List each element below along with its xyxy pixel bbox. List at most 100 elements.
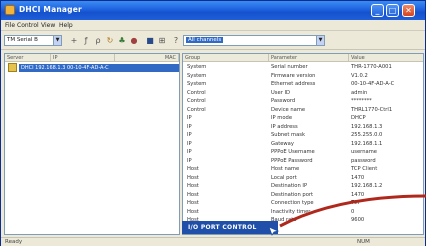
annotation-arc xyxy=(279,194,426,228)
filter-icon[interactable]: ƒ xyxy=(81,36,91,46)
list-header-value[interactable]: Value xyxy=(349,54,423,62)
row-group: System xyxy=(187,64,207,70)
refresh-icon[interactable]: ↻ xyxy=(105,36,115,46)
list-row[interactable]: IP Subnet mask 255.255.0.0 xyxy=(183,132,423,140)
row-value: 192.168.1.2 xyxy=(351,183,383,189)
list-row[interactable]: IP IP address 192.168.1.3 xyxy=(183,124,423,132)
channel-combo-value: All channels xyxy=(186,37,224,43)
list-row[interactable]: System Serial number THR-1770-A001 xyxy=(183,64,423,72)
list-row[interactable]: Control Device name THRL1770-Ctrl1 xyxy=(183,107,423,115)
list-row[interactable]: IP Gateway 192.168.1.1 xyxy=(183,141,423,149)
row-group: Host xyxy=(187,191,199,198)
row-group: Host xyxy=(187,183,199,189)
app-icon xyxy=(5,5,15,15)
row-group: IP xyxy=(187,132,192,138)
save-icon[interactable]: ■ xyxy=(145,36,155,46)
device-tree[interactable]: Server IP MAC DHCI 192.168.1.3 00-10-4F-… xyxy=(4,53,180,235)
list-row[interactable]: Control Password ******** xyxy=(183,98,423,106)
add-icon[interactable]: + xyxy=(69,36,79,46)
help-icon[interactable]: ? xyxy=(171,36,181,46)
row-parameter: Password xyxy=(271,98,296,104)
row-parameter: Destination IP xyxy=(271,183,308,189)
row-parameter: Serial number xyxy=(271,64,308,70)
list-row[interactable]: IP PPPoE Password password xyxy=(183,158,423,166)
title-bar[interactable]: DHCI Manager _ □ ✕ xyxy=(1,1,425,20)
tree-item-selected[interactable]: DHCI 192.168.1.3 00-10-4F-AD-A-C xyxy=(19,64,179,72)
menu-help[interactable]: Help xyxy=(59,22,73,29)
menu-bar: File Control View Help xyxy=(1,20,425,31)
row-value: ******** xyxy=(351,98,372,104)
row-value: THR-1770-A001 xyxy=(351,64,392,70)
device-icon xyxy=(8,63,17,72)
channel-combo[interactable]: All channels ▼ xyxy=(183,35,325,46)
row-parameter: User ID xyxy=(271,89,290,96)
row-group: Host xyxy=(187,166,199,172)
row-group: Host xyxy=(187,200,199,206)
list-row[interactable]: System Ethernet address 00-10-4F-AD-A-C xyxy=(183,81,423,89)
config-icon[interactable]: ρ xyxy=(93,36,103,46)
row-group: Host xyxy=(187,174,199,181)
row-group: Control xyxy=(187,106,206,113)
print-icon[interactable]: ⊞ xyxy=(157,36,167,46)
chevron-down-icon[interactable]: ▼ xyxy=(316,36,324,45)
menu-file[interactable]: File xyxy=(5,22,15,29)
row-parameter: IP address xyxy=(271,123,298,130)
serial-combo-value: TM Serial B xyxy=(7,37,38,43)
serial-combo[interactable]: TM Serial B ▼ xyxy=(4,35,62,46)
list-row[interactable]: IP PPPoE Username username xyxy=(183,149,423,157)
list-row[interactable]: Host Local port 1470 xyxy=(183,175,423,183)
row-parameter: Subnet mask xyxy=(271,132,305,138)
row-group: IP xyxy=(187,157,192,164)
close-button[interactable]: ✕ xyxy=(402,4,415,17)
row-group: IP xyxy=(187,149,192,155)
list-row[interactable]: Host Host name TCP Client xyxy=(183,166,423,174)
row-group: Control xyxy=(187,98,206,104)
list-row[interactable]: IP IP mode DHCP xyxy=(183,115,423,123)
menu-control[interactable]: Control xyxy=(17,22,39,29)
row-parameter: Host name xyxy=(271,166,300,172)
io-port-control-button[interactable]: I/O PORT CONTROL xyxy=(182,221,278,234)
row-group: Control xyxy=(187,89,206,96)
row-parameter: Firmware version xyxy=(271,72,316,79)
row-group: Host xyxy=(187,208,199,215)
row-value: THRL1770-Ctrl1 xyxy=(351,106,393,113)
tree-header-server[interactable]: Server xyxy=(5,54,51,62)
row-parameter: PPPoE Username xyxy=(271,149,315,155)
menu-view[interactable]: View xyxy=(41,22,55,29)
row-value: 1470 xyxy=(351,174,365,181)
tree-header-ip[interactable]: IP xyxy=(51,54,115,62)
list-row[interactable]: System Firmware version V1.0.2 xyxy=(183,73,423,81)
maximize-button[interactable]: □ xyxy=(386,4,399,17)
list-row[interactable]: Control User ID admin xyxy=(183,90,423,98)
list-header-group[interactable]: Group xyxy=(183,54,269,62)
row-parameter: Gateway xyxy=(271,140,294,147)
row-value: 192.168.1.1 xyxy=(351,140,383,147)
tree-header-mac[interactable]: MAC xyxy=(115,54,179,62)
row-parameter: Device name xyxy=(271,106,306,113)
row-value: 192.168.1.3 xyxy=(351,123,383,130)
row-group: IP xyxy=(187,140,192,147)
minimize-button[interactable]: _ xyxy=(371,4,384,17)
connect-icon[interactable]: ♣ xyxy=(117,36,127,46)
row-group: IP xyxy=(187,123,192,130)
row-parameter: IP mode xyxy=(271,115,293,121)
chevron-down-icon[interactable]: ▼ xyxy=(53,36,61,45)
list-row[interactable]: Host Destination IP 192.168.1.2 xyxy=(183,183,423,191)
disconnect-icon[interactable]: ● xyxy=(129,36,139,46)
row-parameter: Ethernet address xyxy=(271,81,316,87)
list-header-parameter[interactable]: Parameter xyxy=(269,54,349,62)
row-value: DHCP xyxy=(351,115,366,121)
row-value: 255.255.0.0 xyxy=(351,132,383,138)
row-value: 00-10-4F-AD-A-C xyxy=(351,81,395,87)
row-group: System xyxy=(187,72,207,79)
window-title: DHCI Manager xyxy=(19,5,82,14)
row-parameter: PPPoE Password xyxy=(271,157,313,164)
toolbar: TM Serial B ▼ + ƒ ρ ↻ ♣ ● ■ ⊞ ? All chan… xyxy=(1,32,425,50)
row-value: password xyxy=(351,157,376,164)
row-group: IP xyxy=(187,115,192,121)
row-value: TCP Client xyxy=(351,166,378,172)
row-group: System xyxy=(187,81,207,87)
row-value: V1.0.2 xyxy=(351,72,368,79)
row-parameter: Local port xyxy=(271,174,297,181)
row-value: username xyxy=(351,149,377,155)
